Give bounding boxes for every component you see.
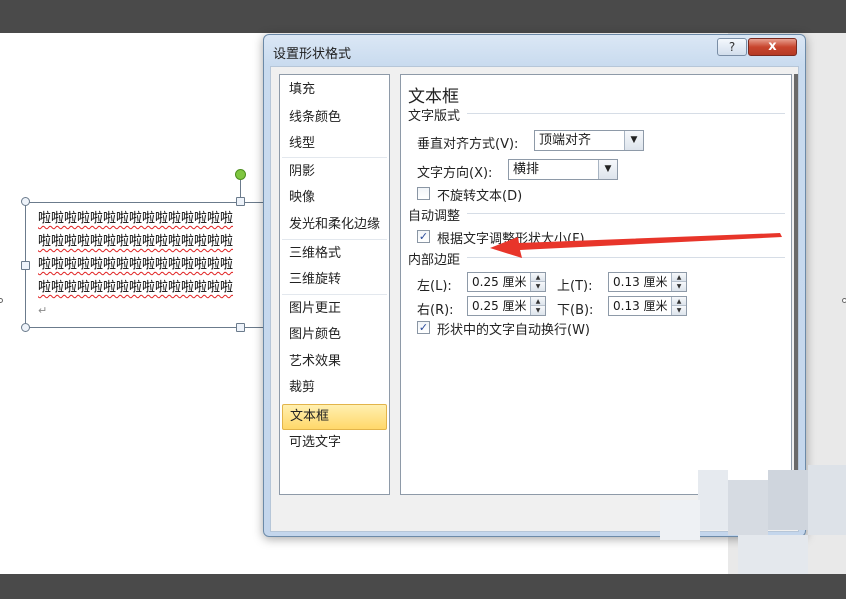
category-text-box[interactable]: 文本框 [282,404,387,430]
category-alt-text[interactable]: 可选文字 [282,430,387,456]
category-separator [282,294,387,295]
margin-top-input[interactable]: 0.13 厘米 ▲ ▼ [608,272,687,292]
format-shape-dialog: 设置形状格式 ? x 填充 线条颜色 线型 阴影 映像 发光和柔化边缘 三维格式… [263,34,806,537]
spinner-buttons[interactable]: ▲ ▼ [671,297,686,315]
resize-handle-middle-left[interactable] [21,261,30,270]
blurred-watermark [698,470,728,530]
category-line-color[interactable]: 线条颜色 [282,105,387,131]
annotation-arrow-icon [490,233,782,258]
spin-down-icon[interactable]: ▼ [672,306,686,315]
category-line-style[interactable]: 线型 [282,131,387,157]
spin-up-icon[interactable]: ▲ [672,273,686,282]
margin-right-label: 右(R): [417,303,454,318]
dialog-body: 填充 线条颜色 线型 阴影 映像 发光和柔化边缘 三维格式 三维旋转 图片更正 … [270,66,799,532]
resize-handle-top-middle[interactable] [236,197,245,206]
margin-left-input[interactable]: 0.25 厘米 ▲ ▼ [467,272,546,292]
close-button[interactable]: x [748,38,797,56]
blurred-watermark [768,470,808,530]
category-3d-rotation[interactable]: 三维旋转 [282,267,387,293]
margin-top-label: 上(T): [557,279,593,294]
margin-left-value: 0.25 厘米 [472,275,527,289]
blurred-watermark [808,465,846,535]
margin-right-value: 0.25 厘米 [472,299,527,313]
vertical-alignment-select[interactable]: 顶端对齐 ▼ [534,130,644,151]
category-picture-corrections[interactable]: 图片更正 [282,296,387,322]
dropdown-arrow-icon: ▼ [598,160,617,179]
blurred-watermark [738,535,808,574]
category-crop[interactable]: 裁剪 [282,375,387,401]
text-box-line[interactable]: 啦啦啦啦啦啦啦啦啦啦啦啦啦啦啦 [38,231,266,253]
help-button[interactable]: ? [717,38,747,56]
slide-edge-marker-right [842,298,846,303]
rotation-handle[interactable] [235,169,246,180]
text-box-line[interactable]: 啦啦啦啦啦啦啦啦啦啦啦啦啦啦啦 [38,277,266,299]
text-direction-label: 文字方向(X): [417,166,493,181]
spin-up-icon[interactable]: ▲ [531,273,545,282]
spin-up-icon[interactable]: ▲ [672,297,686,306]
spin-down-icon[interactable]: ▼ [531,282,545,291]
section-autofit: 自动调整 [408,209,461,224]
spin-up-icon[interactable]: ▲ [531,297,545,306]
spin-down-icon[interactable]: ▼ [672,282,686,291]
dropdown-arrow-icon: ▼ [624,131,643,150]
panel-title: 文本框 [408,87,459,107]
category-shadow[interactable]: 阴影 [282,159,387,185]
spinner-buttons[interactable]: ▲ ▼ [671,273,686,291]
resize-handle-bottom-middle[interactable] [236,323,245,332]
margin-bottom-input[interactable]: 0.13 厘米 ▲ ▼ [608,296,687,316]
spin-down-icon[interactable]: ▼ [531,306,545,315]
wrap-text-label[interactable]: 形状中的文字自动换行(W) [437,319,590,338]
margin-bottom-label: 下(B): [557,303,594,318]
spinner-buttons[interactable]: ▲ ▼ [530,297,545,315]
section-rule [467,213,785,214]
category-separator [282,239,387,240]
category-picture-color[interactable]: 图片颜色 [282,322,387,348]
blurred-watermark [728,480,768,535]
category-glow-soft-edges[interactable]: 发光和柔化边缘 [282,212,387,238]
blurred-watermark [660,500,700,540]
text-box-line[interactable]: 啦啦啦啦啦啦啦啦啦啦啦啦啦啦啦 [38,208,266,230]
text-box-line[interactable]: 啦啦啦啦啦啦啦啦啦啦啦啦啦啦啦 [38,254,266,276]
rotation-connector [240,180,241,198]
category-list: 填充 线条颜色 线型 阴影 映像 发光和柔化边缘 三维格式 三维旋转 图片更正 … [279,74,390,495]
dialog-title: 设置形状格式 [273,47,352,62]
wrap-text-checkbox[interactable]: ✓ [417,321,430,334]
category-artistic-effects[interactable]: 艺术效果 [282,349,387,375]
category-fill[interactable]: 填充 [282,77,387,103]
margin-right-input[interactable]: 0.25 厘米 ▲ ▼ [467,296,546,316]
top-toolbar-bar [0,0,846,33]
resize-handle-top-left[interactable] [21,197,30,206]
vertical-alignment-value: 顶端对齐 [539,133,592,148]
resize-handle-bottom-left[interactable] [21,323,30,332]
section-internal-margin: 内部边距 [408,253,461,268]
bottom-status-bar [0,574,846,599]
section-text-layout: 文字版式 [408,109,461,124]
text-box-settings-panel: 文本框 文字版式 垂直对齐方式(V): 顶端对齐 ▼ 文字方向(X): 横排 ▼… [400,74,792,495]
paragraph-mark: ↵ [38,304,48,317]
margin-bottom-value: 0.13 厘米 [613,299,668,313]
spinner-buttons[interactable]: ▲ ▼ [530,273,545,291]
category-reflection[interactable]: 映像 [282,185,387,211]
margin-top-value: 0.13 厘米 [613,275,668,289]
panel-edge [794,74,798,495]
category-3d-format[interactable]: 三维格式 [282,241,387,267]
text-direction-select[interactable]: 横排 ▼ [508,159,618,180]
category-separator [282,157,387,158]
slide-edge-marker-left [0,298,3,303]
margin-left-label: 左(L): [417,279,452,294]
text-direction-value: 横排 [513,162,540,177]
vertical-alignment-label: 垂直对齐方式(V): [417,137,519,152]
resize-shape-checkbox[interactable]: ✓ [417,230,430,243]
no-rotate-text-checkbox[interactable] [417,187,430,200]
annotation-arrow-shape [490,233,782,258]
no-rotate-text-label[interactable]: 不旋转文本(D) [437,185,522,204]
section-rule [467,113,785,114]
